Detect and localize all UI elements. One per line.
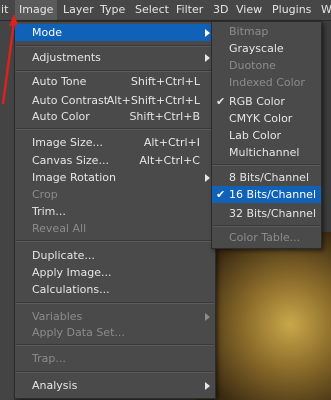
annotation-arrow-icon [1,14,18,105]
